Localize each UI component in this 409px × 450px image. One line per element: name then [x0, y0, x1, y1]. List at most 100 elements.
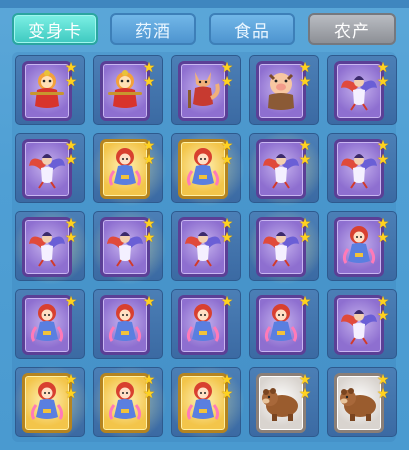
- inventory-slot[interactable]: ★ ★: [327, 55, 397, 125]
- star-icon: ★: [142, 386, 156, 402]
- star-icon: ★: [64, 372, 78, 388]
- inventory-slot[interactable]: ★ ★: [88, 128, 170, 210]
- inventory-slot[interactable]: ★ ★: [88, 206, 170, 288]
- red-hair-girl-icon: [184, 145, 222, 195]
- star-icon: ★: [376, 138, 390, 154]
- phoenix-spirit-icon: [27, 224, 67, 272]
- red-hair-girl-icon: [106, 379, 144, 429]
- inventory-slot[interactable]: ★ ★: [249, 367, 319, 437]
- rating-stars: ★ ★: [297, 139, 313, 167]
- star-icon: ★: [220, 230, 234, 246]
- star-icon: ★: [220, 216, 234, 232]
- phoenix-spirit-icon: [339, 68, 379, 116]
- star-icon: ★: [376, 74, 390, 90]
- red-hair-girl-icon: [340, 223, 378, 273]
- rating-stars: ★ ★: [219, 139, 235, 167]
- star-icon: ★: [142, 216, 156, 232]
- monkey-king-icon: [28, 68, 66, 116]
- rating-stars: ★ ★: [297, 373, 313, 401]
- star-icon: ★: [376, 152, 390, 168]
- top-strip: [0, 0, 409, 8]
- rating-stars: ★ ★: [219, 373, 235, 401]
- rating-stars: ★ ★: [63, 61, 79, 89]
- rating-stars: ★: [141, 295, 157, 309]
- inventory-slot[interactable]: ★ ★: [166, 128, 248, 210]
- rating-stars: ★ ★: [63, 139, 79, 167]
- inventory-slot[interactable]: ★ ★: [15, 133, 85, 203]
- red-hair-girl-icon: [106, 301, 144, 351]
- inventory-slot[interactable]: ★: [249, 289, 319, 359]
- star-icon: ★: [298, 216, 312, 232]
- phoenix-spirit-icon: [183, 224, 223, 272]
- inventory-slot[interactable]: ★ ★: [244, 128, 326, 210]
- star-icon: ★: [220, 60, 234, 76]
- rating-stars: ★ ★: [141, 217, 157, 245]
- rating-stars: ★ ★: [141, 61, 157, 89]
- category-tabs: 变身卡 药酒 食品 农产: [0, 10, 409, 48]
- inventory-slot[interactable]: ★ ★: [244, 206, 326, 288]
- monkey-king-icon: [106, 68, 144, 116]
- rating-stars: ★ ★: [141, 373, 157, 401]
- red-hair-girl-icon: [28, 379, 66, 429]
- tab-farm-produce[interactable]: 农产: [308, 13, 396, 45]
- rating-stars: ★ ★: [219, 217, 235, 245]
- inventory-slot[interactable]: ★ ★: [249, 55, 319, 125]
- inventory-slot[interactable]: ★ ★: [15, 55, 85, 125]
- star-icon: ★: [376, 216, 390, 232]
- star-icon: ★: [64, 60, 78, 76]
- rating-stars: ★: [219, 295, 235, 309]
- rating-stars: ★ ★: [63, 217, 79, 245]
- inventory-slot[interactable]: ★: [15, 289, 85, 359]
- inventory-slot[interactable]: ★ ★: [171, 211, 241, 281]
- star-icon: ★: [220, 138, 234, 154]
- star-icon: ★: [298, 152, 312, 168]
- star-icon: ★: [64, 386, 78, 402]
- star-icon: ★: [220, 386, 234, 402]
- star-icon: ★: [220, 152, 234, 168]
- rating-stars: ★ ★: [375, 295, 391, 323]
- phoenix-spirit-icon: [339, 302, 379, 350]
- inventory-grid: ★ ★ ★ ★ ★ ★ ★ ★ ★ ★ ★ ★ ★ ★ ★ ★ ★ ★ ★ ★ ★ ★ ★ ★ ★ ★ ★ ★ ★ ★ ★ ★ ★ ★ ★ ★ ★ ★ ★ ★…: [10, 52, 397, 444]
- star-icon: ★: [298, 372, 312, 388]
- inventory-slot[interactable]: ★ ★: [171, 55, 241, 125]
- star-icon: ★: [142, 138, 156, 154]
- inventory-slot[interactable]: ★ ★: [327, 211, 397, 281]
- red-hair-girl-icon: [106, 145, 144, 195]
- rating-stars: ★ ★: [375, 61, 391, 89]
- star-icon: ★: [64, 152, 78, 168]
- star-icon: ★: [376, 294, 390, 310]
- tab-transform-card[interactable]: 变身卡: [12, 13, 98, 45]
- star-icon: ★: [64, 294, 78, 310]
- star-icon: ★: [64, 216, 78, 232]
- rating-stars: ★ ★: [375, 373, 391, 401]
- phoenix-spirit-icon: [27, 146, 67, 194]
- tab-medicine-wine[interactable]: 药酒: [110, 13, 196, 45]
- star-icon: ★: [220, 294, 234, 310]
- inventory-slot[interactable]: ★ ★: [166, 362, 248, 444]
- star-icon: ★: [220, 372, 234, 388]
- inventory-slot[interactable]: ★ ★: [10, 206, 92, 288]
- star-icon: ★: [142, 230, 156, 246]
- star-icon: ★: [64, 74, 78, 90]
- rating-stars: ★ ★: [63, 373, 79, 401]
- inventory-slot[interactable]: ★ ★: [93, 55, 163, 125]
- star-icon: ★: [298, 74, 312, 90]
- star-icon: ★: [376, 372, 390, 388]
- brown-bear-icon: [338, 382, 380, 426]
- star-icon: ★: [298, 386, 312, 402]
- inventory-slot[interactable]: ★: [171, 289, 241, 359]
- inventory-slot[interactable]: ★ ★: [10, 362, 92, 444]
- inventory-slot[interactable]: ★ ★: [327, 133, 397, 203]
- phoenix-spirit-icon: [105, 224, 145, 272]
- red-hair-girl-icon: [184, 301, 222, 351]
- inventory-slot[interactable]: ★ ★: [327, 289, 397, 359]
- tab-food[interactable]: 食品: [209, 13, 295, 45]
- star-icon: ★: [298, 138, 312, 154]
- inventory-slot[interactable]: ★ ★: [88, 362, 170, 444]
- pig-spirit-icon: [261, 68, 301, 116]
- inventory-slot[interactable]: ★: [93, 289, 163, 359]
- star-icon: ★: [376, 386, 390, 402]
- inventory-slot[interactable]: ★ ★: [327, 367, 397, 437]
- star-icon: ★: [376, 60, 390, 76]
- star-icon: ★: [64, 230, 78, 246]
